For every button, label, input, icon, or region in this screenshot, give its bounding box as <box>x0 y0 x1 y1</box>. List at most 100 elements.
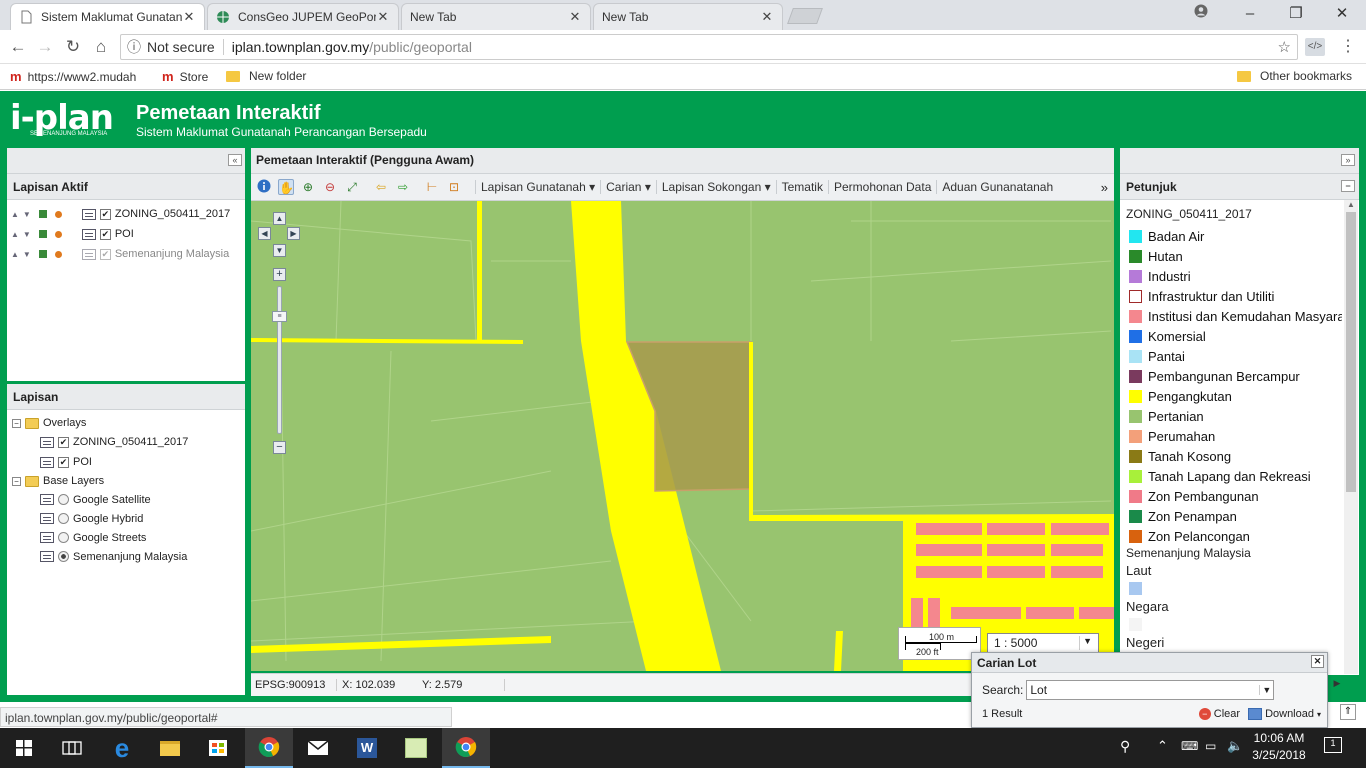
move-down-icon[interactable]: ▼ <box>23 250 31 259</box>
layer-checkbox[interactable]: ✔ <box>58 436 69 448</box>
clock[interactable]: 10:06 AM 3/25/2018 <box>1248 731 1310 762</box>
layer-radio[interactable] <box>58 551 69 562</box>
reload-icon[interactable]: ↻ <box>62 36 84 58</box>
info-icon[interactable] <box>256 179 272 195</box>
pan-down-icon[interactable]: ▼ <box>273 244 286 257</box>
close-icon[interactable]: ✕ <box>760 9 774 25</box>
zoom-slider-handle[interactable]: ≡ <box>272 311 287 322</box>
move-down-icon[interactable]: ▼ <box>23 210 31 219</box>
menu-aduan-gunanatanah[interactable]: Aduan Gunanatanah <box>936 180 1058 194</box>
collapse-left-icon[interactable]: « <box>228 154 242 166</box>
forward-icon[interactable]: → <box>34 36 56 58</box>
active-layer-zoning[interactable]: ▲ ▼ ✔ ZONING_050411_2017 <box>11 204 245 224</box>
start-button[interactable] <box>0 728 48 768</box>
menu-icon[interactable]: ⋮ <box>1340 36 1356 56</box>
menu-lapisan-gunatanah[interactable]: Lapisan Gunatanah ▾ <box>475 180 600 194</box>
extension-icon[interactable]: </> <box>1305 38 1325 56</box>
restore-icon[interactable]: ❐ <box>1284 4 1308 24</box>
star-icon[interactable]: ☆ <box>1278 38 1291 56</box>
menu-lapisan-sokongan[interactable]: Lapisan Sokongan ▾ <box>655 180 776 194</box>
zoom-out-button[interactable]: − <box>273 441 286 454</box>
zoom-in-icon[interactable]: ⊕ <box>300 179 316 195</box>
measure-icon[interactable]: ⊢ <box>424 179 440 195</box>
minimize-panel-icon[interactable]: − <box>1341 180 1355 192</box>
tree-base-google-hybrid[interactable]: Google Hybrid <box>12 509 245 528</box>
close-window-icon[interactable]: ✕ <box>1330 4 1354 24</box>
scale-select[interactable]: 1 : 5000 ▼ <box>987 633 1099 653</box>
active-layer-poi[interactable]: ▲ ▼ ✔ POI <box>11 224 245 244</box>
input-method-icon[interactable]: ⌨ <box>1181 739 1198 753</box>
clear-button[interactable]: − Clear <box>1198 708 1240 720</box>
close-icon[interactable]: ✕ <box>376 9 390 25</box>
info-icon[interactable]: ⓘ <box>121 37 147 57</box>
opacity-icon[interactable] <box>38 250 47 258</box>
move-down-icon[interactable]: ▼ <box>23 230 31 239</box>
info-dot-icon[interactable] <box>54 230 62 238</box>
tree-overlay-poi[interactable]: ✔ POI <box>12 452 245 472</box>
info-dot-icon[interactable] <box>54 250 62 258</box>
iplan-app-icon[interactable] <box>392 728 440 768</box>
scroll-thumb[interactable] <box>1346 212 1356 492</box>
layer-radio[interactable] <box>58 532 69 543</box>
scroll-up-icon[interactable]: ▲ <box>1344 200 1358 209</box>
move-up-icon[interactable]: ▲ <box>11 210 19 219</box>
layer-checkbox[interactable]: ✔ <box>99 208 111 220</box>
menu-permohonan-data[interactable]: Permohonan Data <box>827 180 936 194</box>
legend-scrollbar[interactable]: ▲ <box>1344 200 1358 674</box>
layer-checkbox[interactable]: ✔ <box>99 228 111 240</box>
active-layer-semenanjung[interactable]: ▲ ▼ ✔ Semenanjung Malaysia <box>11 244 245 264</box>
map-canvas[interactable] <box>251 201 1114 671</box>
minimize-icon[interactable]: – <box>1238 4 1262 24</box>
layer-checkbox[interactable]: ✔ <box>58 456 69 468</box>
close-icon[interactable]: ✕ <box>568 9 582 25</box>
chevron-down-icon[interactable]: ▼ <box>1259 685 1273 695</box>
expand-right-icon[interactable]: ▶ <box>1329 678 1345 692</box>
word-icon[interactable]: W <box>343 728 391 768</box>
collapse-right-icon[interactable]: » <box>1341 154 1355 166</box>
chevron-up-icon[interactable]: ⌃ <box>1157 738 1168 754</box>
previous-extent-icon[interactable]: ⇦ <box>373 179 389 195</box>
zoom-out-icon[interactable]: ⊖ <box>322 179 338 195</box>
pan-left-icon[interactable]: ◀ <box>258 227 271 240</box>
expand-up-icon[interactable]: ⇑ <box>1340 704 1356 720</box>
move-up-icon[interactable]: ▲ <box>11 230 19 239</box>
tree-overlay-zoning[interactable]: ✔ ZONING_050411_2017 <box>12 432 245 452</box>
chrome-icon[interactable] <box>442 728 490 768</box>
tab-new-1[interactable]: New Tab ✕ <box>401 3 591 30</box>
collapse-icon[interactable]: − <box>12 476 21 486</box>
move-up-icon[interactable]: ▲ <box>11 250 19 259</box>
layer-radio[interactable] <box>58 513 69 524</box>
zoom-in-button[interactable]: + <box>273 268 286 281</box>
network-icon[interactable]: ▭ <box>1205 739 1216 753</box>
chrome-icon[interactable] <box>245 728 293 768</box>
search-input[interactable]: Lot ▼ <box>1026 680 1275 700</box>
pan-up-icon[interactable]: ▲ <box>273 212 286 225</box>
tab-consgeo[interactable]: ConsGeo JUPEM GeoPortal ✕ <box>207 3 399 30</box>
menu-tematik[interactable]: Tematik <box>775 180 828 194</box>
edge-icon[interactable]: e <box>98 728 146 768</box>
download-button[interactable]: Download ▾ <box>1248 708 1321 720</box>
people-icon[interactable]: ⚲ <box>1120 738 1130 755</box>
tree-base-google-satellite[interactable]: Google Satellite <box>12 490 245 509</box>
new-tab-button[interactable] <box>787 8 823 24</box>
tab-new-2[interactable]: New Tab ✕ <box>593 3 783 30</box>
zoom-extent-icon[interactable]: ⤢ <box>344 179 360 195</box>
mail-icon[interactable] <box>294 728 342 768</box>
collapse-icon[interactable]: − <box>12 418 21 428</box>
other-bookmarks[interactable]: Other bookmarks <box>1237 69 1352 83</box>
tree-overlays[interactable]: − Overlays <box>12 414 245 432</box>
pan-right-icon[interactable]: ▶ <box>287 227 300 240</box>
pan-hand-icon[interactable]: ✋ <box>278 179 294 195</box>
tab-sistem-maklumat[interactable]: Sistem Maklumat Gunatanah Perancangan Be… <box>10 3 205 30</box>
volume-icon[interactable]: 🔈 <box>1227 738 1243 754</box>
next-extent-icon[interactable]: ⇨ <box>395 179 411 195</box>
bookmark-new-folder[interactable]: New folder <box>226 69 306 83</box>
bookmark-mudah[interactable]: m https://www2.mudah <box>10 69 140 84</box>
tree-base-google-streets[interactable]: Google Streets <box>12 528 245 547</box>
layer-checkbox[interactable]: ✔ <box>99 248 111 260</box>
profile-icon[interactable] <box>1189 4 1213 24</box>
home-icon[interactable]: ⌂ <box>90 36 112 58</box>
tree-base-layers[interactable]: − Base Layers <box>12 472 245 490</box>
bookmark-store[interactable]: m Store <box>162 69 208 84</box>
menu-carian[interactable]: Carian ▾ <box>600 180 656 194</box>
